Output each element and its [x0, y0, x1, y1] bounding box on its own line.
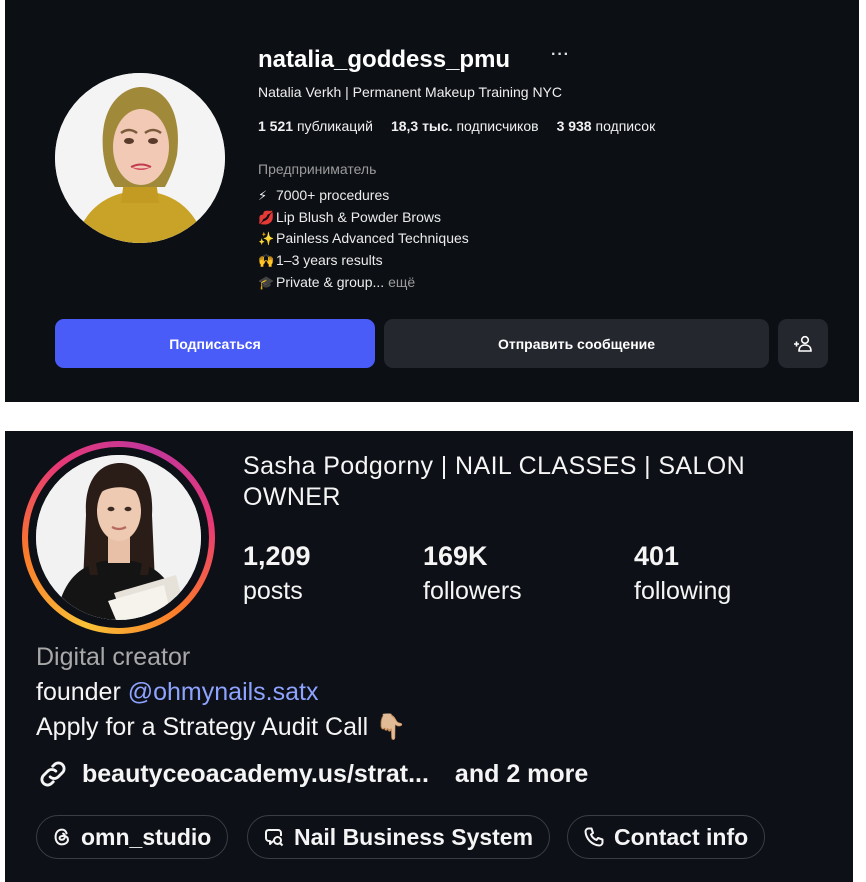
profile-category: Предприниматель — [258, 161, 377, 177]
profile-bio: ⚡ 7000+ procedures 💋 Lip Blush & Powder Br… — [258, 185, 469, 294]
profile-username: natalia_goddess_pmu — [258, 46, 511, 73]
chip-threads[interactable]: omn_studio — [36, 815, 229, 859]
profile-header-sasha: Sasha Podgorny | NAIL CLASSES | SALON OW… — [5, 431, 853, 882]
stat-followers[interactable]: 18,3 тыс. подписчиков — [391, 118, 539, 134]
bio-link-url[interactable]: beautyceoacademy.us/strat... — [82, 760, 429, 789]
story-ring[interactable] — [22, 441, 215, 634]
bio-link-more[interactable]: and 2 more — [455, 760, 588, 789]
link-icon — [40, 761, 66, 787]
stat-followers[interactable]: 169K followers — [423, 539, 522, 609]
profile-header-natalia: natalia_goddess_pmu ··· Natalia Verkh | … — [5, 0, 859, 402]
bio-link[interactable]: beautyceoacademy.us/strat... and 2 more — [36, 757, 588, 791]
stat-following[interactable]: 401 following — [634, 539, 731, 609]
more-options-icon[interactable]: ··· — [551, 46, 570, 64]
suggested-users-button[interactable] — [778, 319, 828, 368]
stat-posts[interactable]: 1,209 posts — [243, 539, 311, 609]
stat-following[interactable]: 3 938 подписок — [557, 118, 656, 134]
bio-line: 🎓 Private & group... ещё — [258, 273, 416, 290]
follow-button[interactable]: Подписаться — [55, 319, 375, 368]
add-person-icon — [794, 335, 812, 352]
profile-avatar[interactable] — [36, 455, 201, 620]
profile-full-name: Natalia Verkh | Permanent Makeup Trainin… — [258, 84, 563, 100]
bio-line: 💋 Lip Blush & Powder Brows — [258, 208, 441, 225]
message-button[interactable]: Отправить сообщение — [384, 319, 769, 368]
chat-icon — [265, 829, 284, 847]
bio-line: ⚡ 7000+ procedures — [258, 187, 390, 203]
bio-mention-link[interactable]: @ohmynails.satx — [128, 678, 319, 706]
bio-line: ✨ Painless Advanced Techniques — [258, 230, 469, 247]
phone-icon — [584, 827, 604, 847]
bio-more-link[interactable]: ещё — [388, 274, 415, 290]
profile-avatar[interactable] — [55, 73, 225, 243]
profile-category: Digital creator — [36, 643, 191, 671]
bio-line: 🙌 1–3 years results — [258, 252, 383, 269]
threads-icon — [54, 828, 69, 846]
bio-line: Apply for a Strategy Audit Call 👇🏼 — [36, 713, 407, 741]
profile-name: Sasha Podgorny | NAIL CLASSES | SALON OW… — [243, 452, 746, 511]
bio-line: founder @ohmynails.satx — [36, 678, 319, 706]
chip-contact-info[interactable]: Contact info — [567, 815, 766, 859]
stat-posts[interactable]: 1 521 публикаций — [258, 118, 373, 134]
profile-stats: 1 521 публикаций 18,3 тыс. подписчиков 3… — [258, 118, 655, 134]
chip-nail-business-system[interactable]: Nail Business System — [247, 815, 551, 859]
